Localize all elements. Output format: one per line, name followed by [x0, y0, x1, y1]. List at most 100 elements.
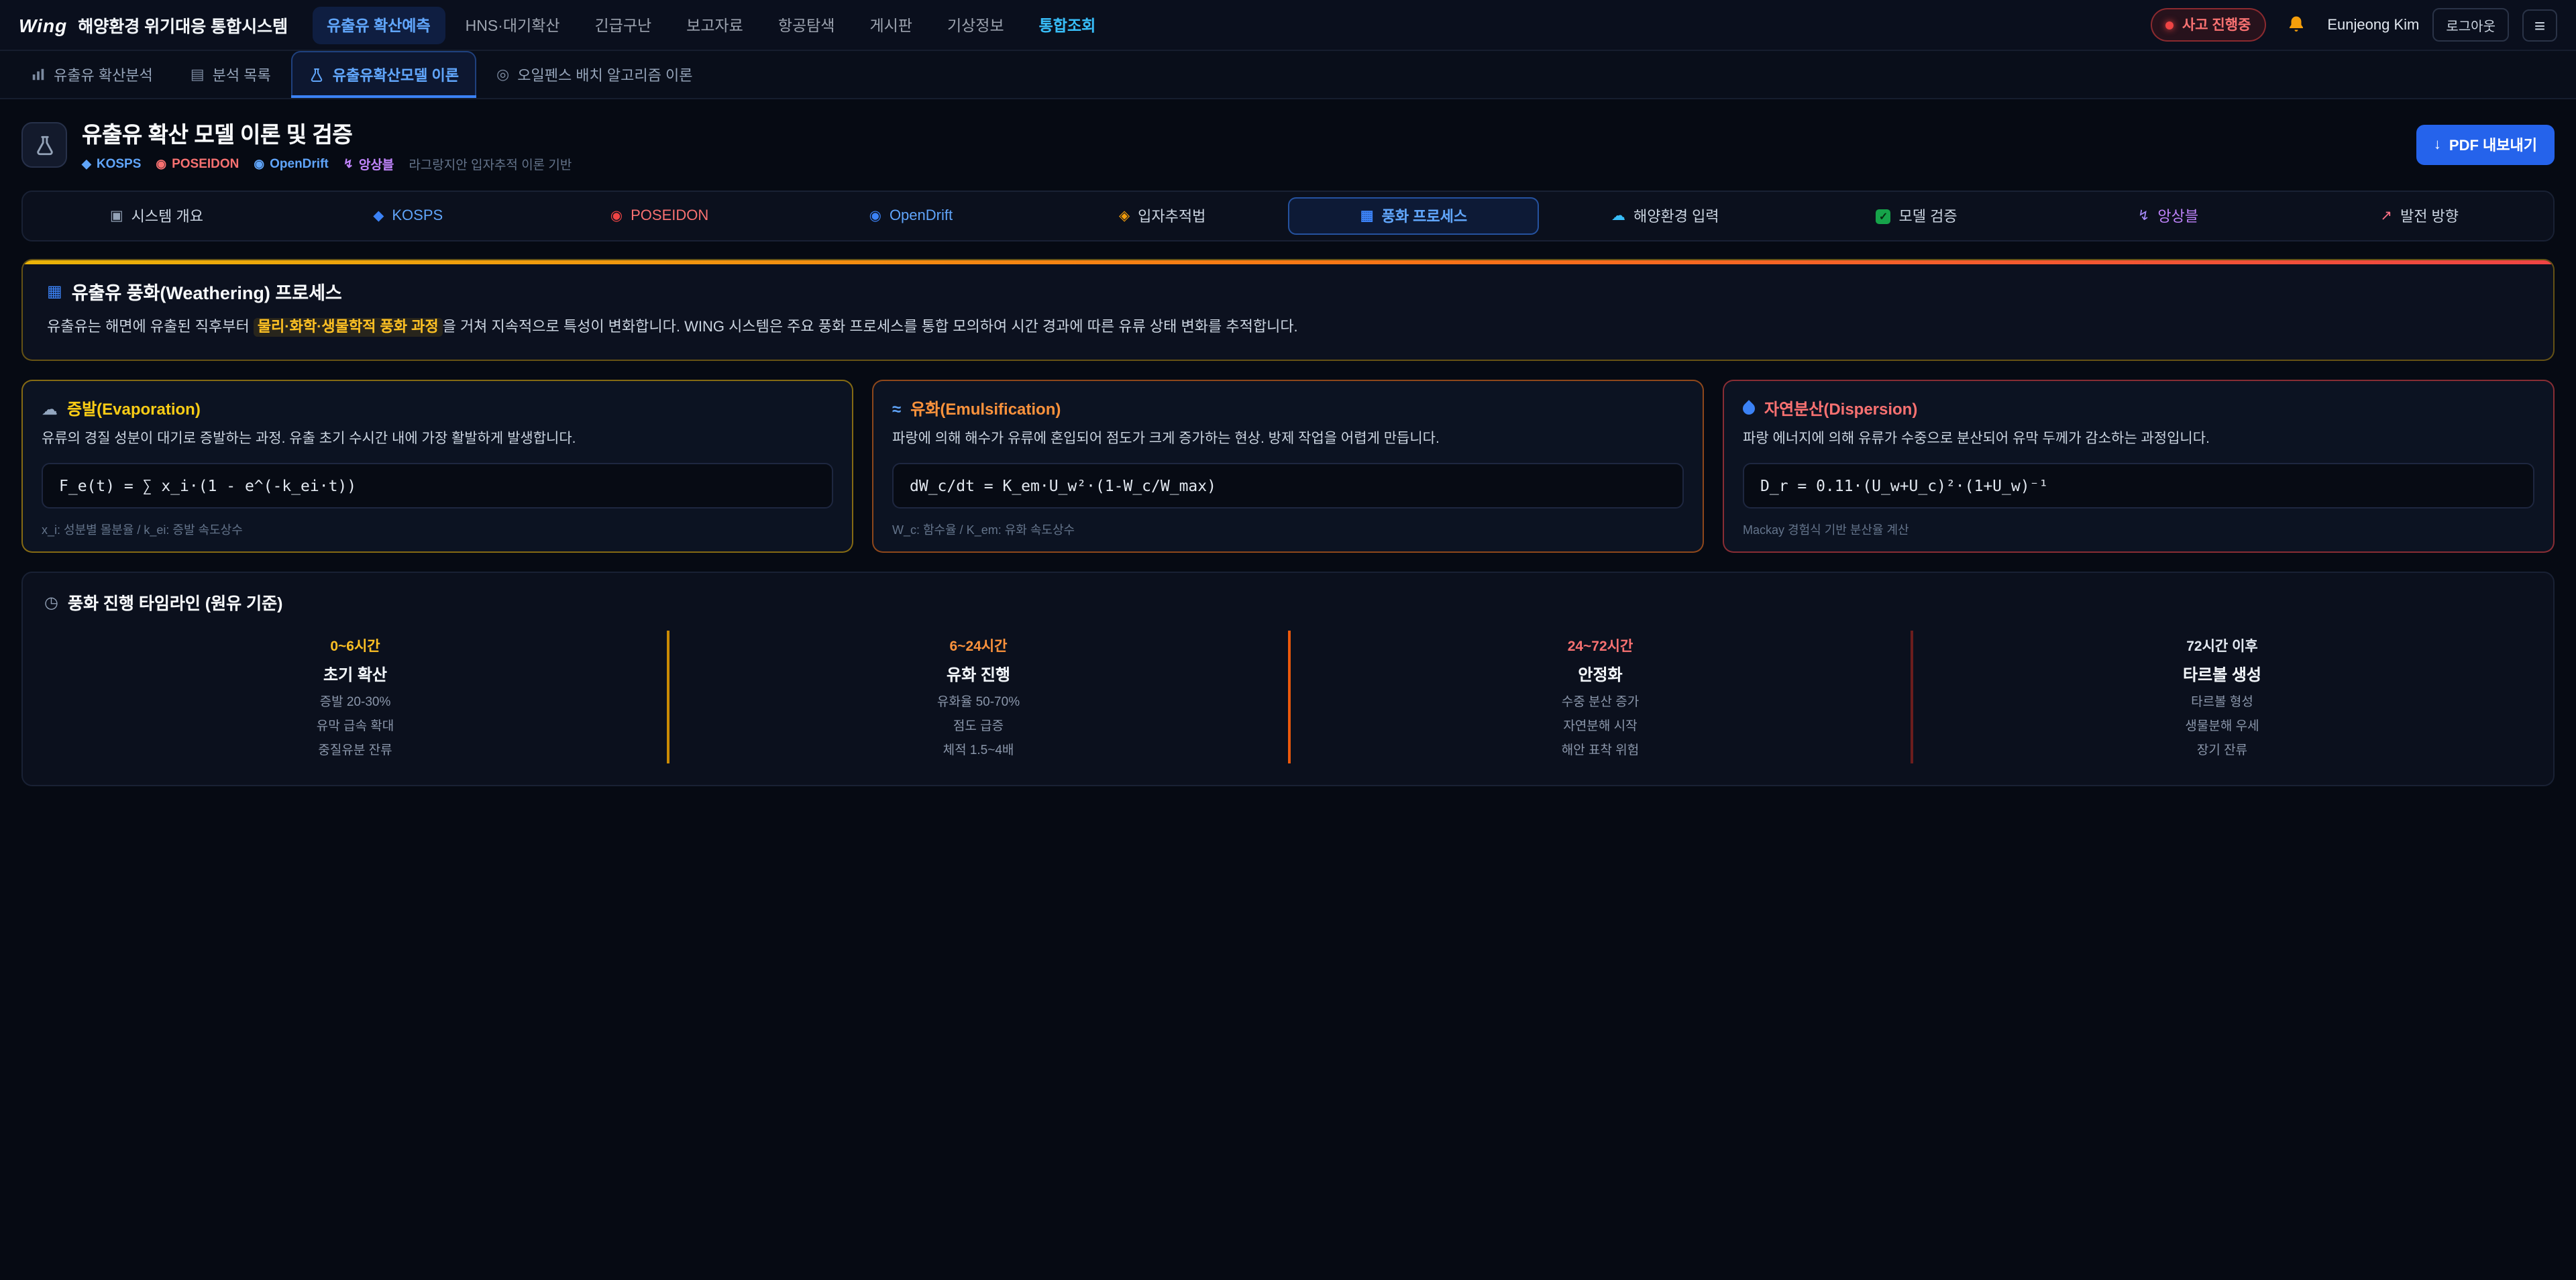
weathering-timeline-panel: ◷ 풍화 진행 타임라인 (원유 기준) 0~6시간 초기 확산 증발 20-3…	[21, 572, 2555, 787]
wing-logo: Wing	[19, 14, 67, 36]
section-item-kosps[interactable]: ◆ KOSPS	[282, 197, 534, 235]
timeline-title: 풍화 진행 타임라인 (원유 기준)	[68, 590, 282, 615]
app-logo[interactable]: Wing 해양환경 위기대응 통합시스템	[19, 12, 288, 38]
timeline-stages: 0~6시간 초기 확산 증발 20-30% 유막 급속 확대 중질유분 잔류 6…	[44, 631, 2532, 764]
tab-oil-spill-analysis[interactable]: 유출유 확산분석	[13, 51, 170, 98]
section-item-system-overview[interactable]: ▣ 시스템 개요	[31, 197, 282, 235]
notification-bell-button[interactable]	[2279, 7, 2314, 42]
stage-detail: 유막 급속 확대	[58, 718, 653, 737]
tab-label: 분석 목록	[213, 64, 271, 85]
nav-item-aerial-search[interactable]: 항공탐색	[763, 6, 850, 44]
section-item-poseidon[interactable]: ◉ POSEIDON	[534, 197, 786, 235]
timeline-stage-stabilization: 24~72시간 안정화 수중 분산 증가 자연분해 시작 해안 표착 위험	[1288, 631, 1910, 764]
target-icon: ◉	[254, 156, 264, 171]
desc-highlight: 물리·화학·생물학적 풍화 과정	[254, 318, 443, 337]
card-dispersion: 자연분산(Dispersion) 파랑 에너지에 의해 유류가 수중으로 분산되…	[1723, 380, 2555, 553]
stage-detail: 중질유분 잔류	[58, 741, 653, 761]
topbar-right-cluster: 사고 진행중 Eunjeong Kim 로그아웃 ≡	[2151, 7, 2557, 42]
lightning-icon: ↯	[2138, 208, 2150, 224]
cloud-icon: ☁	[42, 399, 58, 418]
timeline-stage-initial-spread: 0~6시간 초기 확산 증발 20-30% 유막 급속 확대 중질유분 잔류	[44, 631, 666, 764]
tab-diffusion-model-theory[interactable]: 유출유확산모델 이론	[291, 51, 476, 98]
pdf-export-button[interactable]: ↓ PDF 내보내기	[2416, 125, 2555, 165]
timeline-stage-emulsification: 6~24시간 유화 진행 유화율 50-70% 점도 급증 체적 1.5~4배	[666, 631, 1288, 764]
badge-poseidon: ◉ POSEIDON	[156, 156, 239, 171]
list-icon: ▤	[191, 66, 205, 83]
section-item-label: KOSPS	[392, 208, 443, 224]
weathering-description: 유출유는 해면에 유출된 직후부터 물리·화학·생물학적 풍화 과정을 거쳐 지…	[47, 317, 2529, 339]
section-item-future-direction[interactable]: ↗ 발전 방향	[2294, 197, 2545, 235]
stage-detail: 증발 20-30%	[58, 694, 653, 714]
desc-pre: 유출유는 해면에 유출된 직후부터	[47, 319, 254, 335]
droplet-icon	[1740, 400, 1757, 417]
section-item-ensemble[interactable]: ↯ 앙상블	[2043, 197, 2294, 235]
tab-oil-fence-algorithm-theory[interactable]: ◎ 오일펜스 배치 알고리즘 이론	[479, 51, 710, 98]
tab-label: 유출유확산모델 이론	[333, 64, 459, 85]
diamond-icon: ◆	[82, 156, 91, 171]
bell-icon	[2286, 15, 2306, 35]
nav-item-oil-spill-prediction[interactable]: 유출유 확산예측	[312, 6, 445, 44]
badge-kosps: ◆ KOSPS	[82, 156, 141, 171]
weathering-intro-panel: ▦ 유출유 풍화(Weathering) 프로세스 유출유는 해면에 유출된 직…	[21, 259, 2555, 361]
grid-icon: ▦	[1360, 208, 1374, 224]
card-emulsification: ≈ 유화(Emulsification) 파랑에 의해 해수가 유류에 혼입되어…	[872, 380, 1704, 553]
section-item-model-validation[interactable]: ✓ 모델 검증	[1791, 197, 2043, 235]
section-item-label: OpenDrift	[890, 208, 953, 224]
evaporation-formula: F_e(t) = ∑ x_i·(1 - e^(-k_ei·t))	[42, 464, 833, 509]
compass-icon: ◈	[1119, 208, 1130, 224]
incident-dot-icon	[2166, 21, 2174, 29]
page-title: 유출유 확산 모델 이론 및 검증	[82, 117, 572, 149]
card-caption: Mackay 경험식 기반 분산율 계산	[1743, 521, 2534, 539]
nav-item-board[interactable]: 게시판	[855, 6, 927, 44]
weathering-title: 유출유 풍화(Weathering) 프로세스	[72, 278, 342, 305]
clock-icon: ◷	[44, 593, 58, 612]
section-item-weathering-process[interactable]: ▦ 풍화 프로세스	[1288, 197, 1540, 235]
target-icon: ◉	[610, 208, 623, 224]
nav-item-weather-info[interactable]: 기상정보	[932, 6, 1019, 44]
badge-label: 앙상블	[359, 154, 394, 173]
page-header-text: 유출유 확산 모델 이론 및 검증 ◆ KOSPS ◉ POSEIDON ◉ O…	[82, 117, 572, 173]
tab-label: 오일펜스 배치 알고리즘 이론	[517, 64, 692, 85]
badge-label: POSEIDON	[172, 156, 239, 171]
card-title-row: ☁ 증발(Evaporation)	[42, 397, 833, 420]
flask-icon	[33, 134, 56, 156]
section-item-label: 모델 검증	[1899, 205, 1957, 227]
stage-detail: 수중 분산 증가	[1304, 694, 1896, 714]
tab-label: 유출유 확산분석	[54, 64, 153, 85]
nav-item-hns-air-diffusion[interactable]: HNS·대기확산	[451, 6, 575, 44]
nav-item-reports[interactable]: 보고자료	[672, 6, 758, 44]
card-caption: W_c: 함수율 / K_em: 유화 속도상수	[892, 521, 1684, 539]
card-description: 파랑 에너지에 의해 유류가 수중으로 분산되어 유막 두께가 감소하는 과정입…	[1743, 429, 2534, 449]
stage-detail: 생물분해 우세	[1926, 718, 2518, 737]
stage-time: 72시간 이후	[1926, 637, 2518, 657]
badge-opendrift: ◉ OpenDrift	[254, 156, 328, 171]
app-root: Wing 해양환경 위기대응 통합시스템 유출유 확산예측 HNS·대기확산 긴…	[0, 0, 2576, 1280]
card-description: 파랑에 의해 해수가 유류에 혼입되어 점도가 크게 증가하는 현상. 방제 작…	[892, 429, 1684, 449]
page-icon-box	[21, 122, 67, 168]
nav-item-integrated-search[interactable]: 통합조회	[1024, 6, 1111, 44]
logout-button[interactable]: 로그아웃	[2432, 8, 2509, 42]
menu-icon[interactable]: ≡	[2522, 9, 2557, 41]
stage-phase: 안정화	[1304, 663, 1896, 686]
emulsification-formula: dW_c/dt = K_em·U_w²·(1-W_c/W_max)	[892, 464, 1684, 509]
section-item-ocean-environment-input[interactable]: ☁ 해양환경 입력	[1540, 197, 1791, 235]
lightning-icon: ↯	[343, 156, 354, 171]
model-badge-row: ◆ KOSPS ◉ POSEIDON ◉ OpenDrift ↯ 앙상블 라그랑…	[82, 154, 572, 173]
grid-icon: ▦	[47, 282, 62, 301]
page-header: 유출유 확산 모델 이론 및 검증 ◆ KOSPS ◉ POSEIDON ◉ O…	[0, 99, 2576, 188]
user-name: Eunjeong Kim	[2327, 17, 2419, 33]
section-item-opendrift[interactable]: ◉ OpenDrift	[785, 197, 1036, 235]
flask-icon	[309, 66, 325, 83]
weathering-title-row: ▦ 유출유 풍화(Weathering) 프로세스	[47, 278, 2529, 305]
pdf-export-label: PDF 내보내기	[2449, 134, 2537, 156]
stage-time: 24~72시간	[1304, 637, 1896, 657]
badge-label: KOSPS	[97, 156, 142, 171]
target-icon: ◉	[156, 156, 166, 171]
process-cards: ☁ 증발(Evaporation) 유류의 경질 성분이 대기로 증발하는 과정…	[21, 380, 2555, 553]
tab-analysis-list[interactable]: ▤ 분석 목록	[173, 51, 288, 98]
badge-ensemble: ↯ 앙상블	[343, 154, 394, 173]
incident-status-badge[interactable]: 사고 진행중	[2151, 8, 2265, 42]
desc-post: 을 거쳐 지속적으로 특성이 변화합니다. WING 시스템은 주요 풍화 프로…	[443, 319, 1298, 335]
section-item-particle-tracking[interactable]: ◈ 입자추적법	[1036, 197, 1288, 235]
nav-item-emergency-rescue[interactable]: 긴급구난	[580, 6, 667, 44]
